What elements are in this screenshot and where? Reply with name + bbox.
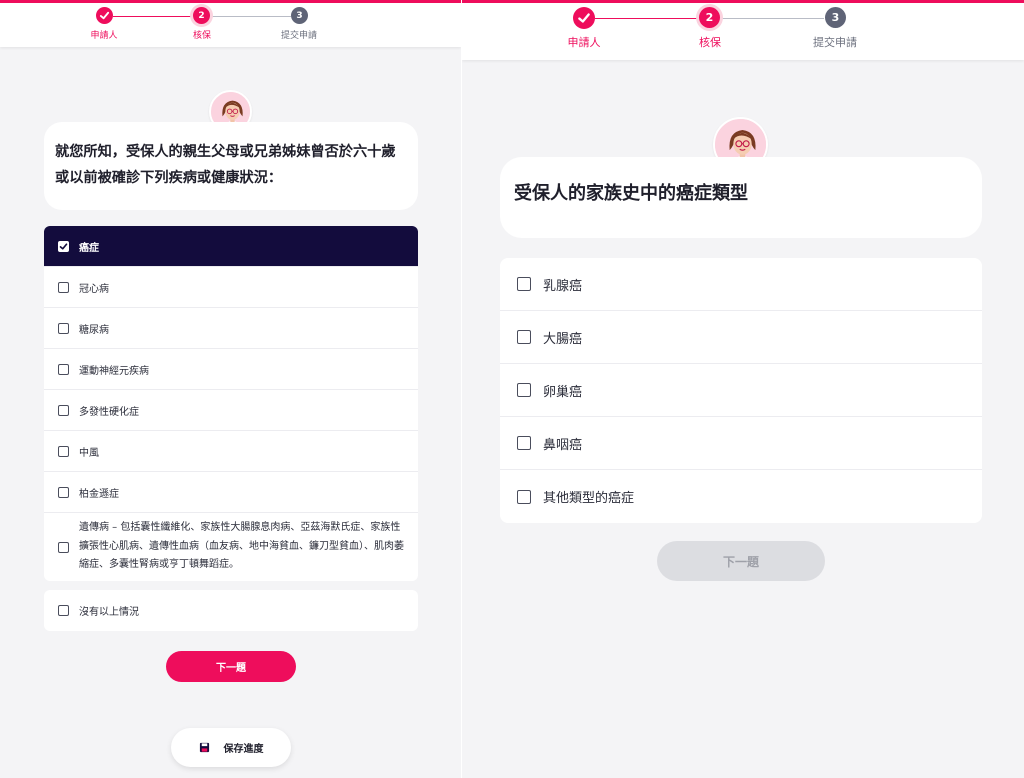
- next-question-button-disabled[interactable]: 下一題: [657, 541, 825, 581]
- stepper-line-done: [113, 16, 194, 17]
- option-label: 沒有以上情況: [79, 607, 139, 618]
- progress-stepper: 2 3 申請人 核保 提交申請: [462, 0, 1024, 60]
- checkbox[interactable]: [517, 277, 531, 291]
- checkbox[interactable]: [58, 541, 69, 553]
- option-nasopharyngeal-cancer[interactable]: 鼻咽癌: [500, 417, 982, 470]
- step-2-label: 核保: [699, 36, 721, 49]
- floppy-disk-icon: [199, 742, 210, 753]
- option-stroke[interactable]: 中風: [44, 431, 418, 472]
- step-3-label: 提交申請: [280, 31, 318, 41]
- checkbox[interactable]: [58, 486, 69, 498]
- step-3-dot: 3: [825, 7, 846, 28]
- option-label: 癌症: [79, 242, 99, 254]
- checkmark-icon: [59, 242, 68, 250]
- option-label: 遺傳病 – 包括囊性纖維化、家族性大腸腺息肉病、亞茲海默氏症、家族性擴張性心肌病…: [79, 522, 404, 571]
- option-label: 其他類型的癌症: [543, 491, 635, 506]
- option-motor-neuron-disease[interactable]: 運動神經元疾病: [44, 349, 418, 390]
- step-2-dot: 2: [193, 7, 210, 24]
- option-none-of-the-above[interactable]: 沒有以上情況: [44, 590, 418, 631]
- option-coronary-heart-disease[interactable]: 冠心病: [44, 267, 418, 308]
- checkbox[interactable]: [58, 404, 69, 416]
- option-label: 柏金遜症: [79, 488, 119, 500]
- stepper-line-todo: [720, 18, 824, 19]
- step-2-dot: 2: [699, 7, 720, 28]
- left-screen: 2 3 申請人 核保 提交申請 就您所知，受保人的親生父母或兄弟姊妹曾否於六十歲…: [0, 0, 461, 778]
- cancer-type-options-list: 乳腺癌 大腸癌 卵巢癌 鼻咽癌 其他類型的癌症: [500, 258, 982, 523]
- step-1-check-icon: [573, 7, 595, 29]
- checkbox[interactable]: [517, 436, 531, 450]
- step-2-number: 2: [198, 10, 205, 21]
- step-3-number: 3: [296, 10, 303, 21]
- checkbox[interactable]: [58, 363, 69, 375]
- option-multiple-sclerosis[interactable]: 多發性硬化症: [44, 390, 418, 431]
- option-hereditary-disease[interactable]: 遺傳病 – 包括囊性纖維化、家族性大腸腺息肉病、亞茲海默氏症、家族性擴張性心肌病…: [44, 513, 418, 581]
- progress-stepper: 2 3 申請人 核保 提交申請: [0, 0, 461, 47]
- option-colorectal-cancer[interactable]: 大腸癌: [500, 311, 982, 364]
- save-progress-label: 保存進度: [223, 744, 264, 755]
- option-other-cancer[interactable]: 其他類型的癌症: [500, 470, 982, 523]
- none-option-container: 沒有以上情況: [44, 590, 418, 631]
- checkbox[interactable]: [517, 330, 531, 344]
- save-progress-button[interactable]: 保存進度: [171, 728, 291, 767]
- option-label: 中風: [79, 447, 99, 459]
- step-1-label: 申請人: [567, 36, 601, 49]
- step-1-label: 申請人: [90, 31, 118, 41]
- step-2-number: 2: [705, 11, 714, 24]
- step-3-number: 3: [831, 11, 840, 24]
- option-label: 多發性硬化症: [79, 406, 139, 418]
- right-screen: 2 3 申請人 核保 提交申請 受保人的家族史中的癌症類型 乳腺癌 大腸癌 卵巢…: [462, 0, 1024, 778]
- option-diabetes[interactable]: 糖尿病: [44, 308, 418, 349]
- condition-options-list: 癌症 冠心病 糖尿病 運動神經元疾病 多發性硬化症 中風 柏金遜症 遺傳病 –: [44, 226, 418, 581]
- next-question-button[interactable]: 下一題: [166, 651, 296, 682]
- option-label: 糖尿病: [79, 324, 109, 336]
- option-cancer[interactable]: 癌症: [44, 226, 418, 267]
- checkbox[interactable]: [58, 445, 69, 457]
- question-text: 就您所知，受保人的親生父母或兄弟姊妹曾否於六十歲或以前被確診下列疾病或健康狀況：: [44, 122, 418, 210]
- option-label: 鼻咽癌: [543, 437, 583, 453]
- step-1-check-icon: [96, 7, 113, 24]
- option-label: 卵巢癌: [543, 384, 583, 400]
- question-text: 受保人的家族史中的癌症類型: [500, 157, 982, 238]
- step-2-label: 核保: [192, 31, 212, 41]
- option-parkinsons[interactable]: 柏金遜症: [44, 472, 418, 513]
- option-breast-cancer[interactable]: 乳腺癌: [500, 258, 982, 311]
- option-label: 大腸癌: [543, 331, 583, 347]
- checkbox-checked[interactable]: [58, 240, 69, 252]
- stepper-line-todo: [210, 16, 291, 17]
- stepper-line-done: [595, 18, 699, 19]
- option-label: 乳腺癌: [543, 278, 583, 294]
- option-ovarian-cancer[interactable]: 卵巢癌: [500, 364, 982, 417]
- checkbox[interactable]: [517, 489, 531, 504]
- step-3-dot: 3: [291, 7, 308, 24]
- option-label: 冠心病: [79, 283, 109, 295]
- option-label: 運動神經元疾病: [79, 365, 149, 377]
- checkbox[interactable]: [58, 605, 69, 616]
- checkbox[interactable]: [58, 281, 69, 293]
- checkbox[interactable]: [517, 383, 531, 397]
- step-3-label: 提交申請: [813, 36, 857, 49]
- checkbox[interactable]: [58, 322, 69, 334]
